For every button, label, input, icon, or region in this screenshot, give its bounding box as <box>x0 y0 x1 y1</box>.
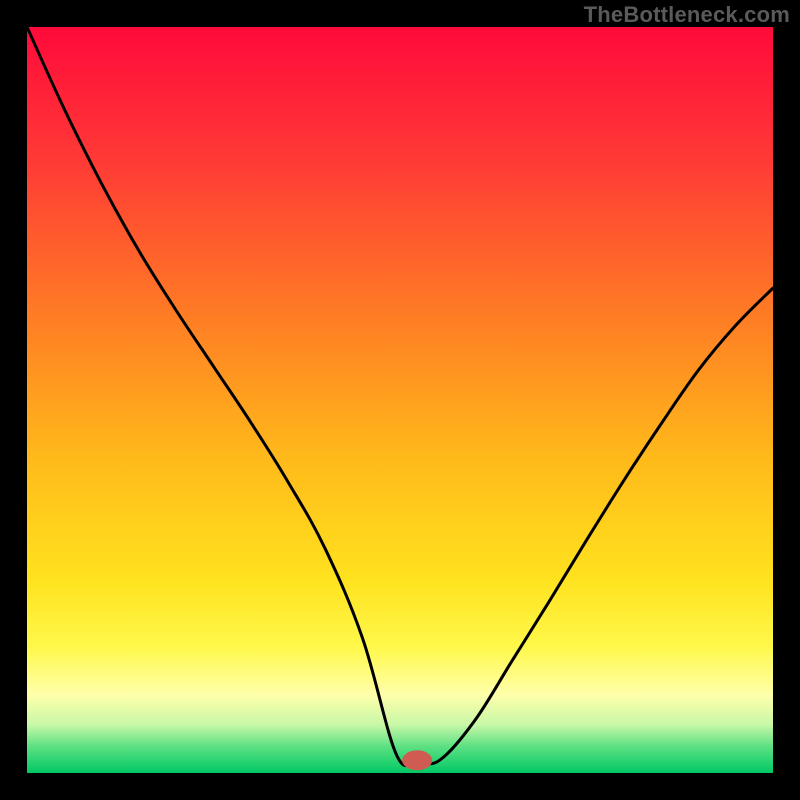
minimum-marker <box>402 750 432 770</box>
watermark-text: TheBottleneck.com <box>584 2 790 28</box>
chart-frame: TheBottleneck.com <box>0 0 800 800</box>
bottleneck-chart <box>27 27 773 773</box>
plot-background <box>27 27 773 773</box>
